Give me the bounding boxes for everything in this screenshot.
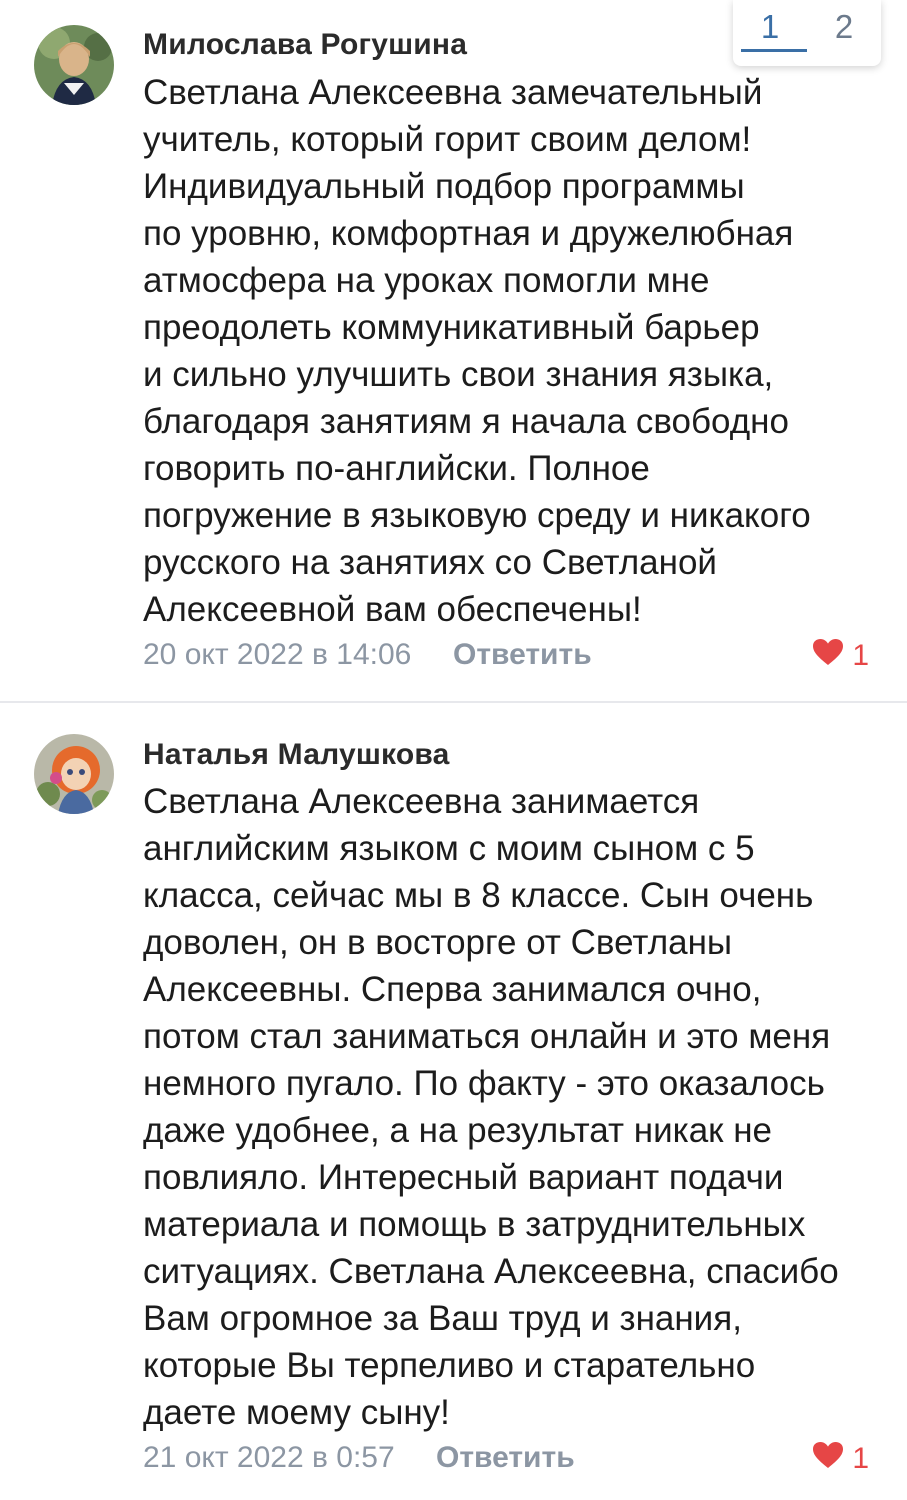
comment-text-line: Светлана Алексеевна замечательный bbox=[143, 73, 763, 112]
comment-date[interactable]: 21 окт 2022 в 0:57 bbox=[143, 1441, 395, 1475]
comment-text-line: английским языком с моим сыном с 5 bbox=[143, 829, 755, 868]
comment-text-line: по уровню, комфортная и дружелюбная bbox=[143, 214, 794, 253]
like-button[interactable]: 1 bbox=[812, 1441, 869, 1477]
pagination: 1 2 bbox=[733, 0, 881, 66]
comment-text-line: и сильно улучшить свои знания языка, bbox=[143, 355, 774, 394]
comment-text: Светлана Алексеевна занимается английски… bbox=[143, 778, 883, 1436]
comment-text-line: Алексеевны. Сперва занимался очно, bbox=[143, 970, 762, 1009]
comment-text-line: немного пугало. По факту - это оказалось bbox=[143, 1064, 825, 1103]
page-1-button[interactable]: 1 bbox=[733, 0, 807, 66]
heart-icon bbox=[812, 638, 844, 674]
comment-text-line: преодолеть коммуникативный барьер bbox=[143, 308, 760, 347]
comment-text-line: Алексеевной вам обеспечены! bbox=[143, 590, 642, 629]
comment-text-line: благодаря занятиям я начала свободно bbox=[143, 402, 789, 441]
heart-icon bbox=[812, 1441, 844, 1477]
comment-text-line: даете моему сыну! bbox=[143, 1393, 450, 1432]
comment-text-line: говорить по-английски. Полное bbox=[143, 449, 650, 488]
comment-text-line: учитель, который горит своим делом! bbox=[143, 120, 752, 159]
comment-divider bbox=[0, 701, 907, 703]
like-button[interactable]: 1 bbox=[812, 638, 869, 674]
comment-text: Светлана Алексеевна замечательный учител… bbox=[143, 69, 883, 633]
comment-text-line: доволен, он в восторге от Светланы bbox=[143, 923, 733, 962]
comment-text-line: класса, сейчас мы в 8 классе. Сын очень bbox=[143, 876, 814, 915]
avatar[interactable] bbox=[34, 734, 114, 814]
comment-date[interactable]: 20 окт 2022 в 14:06 bbox=[143, 638, 411, 672]
comment-text-line: атмосфера на уроках помогли мне bbox=[143, 261, 710, 300]
like-count: 1 bbox=[852, 639, 869, 672]
comment-text-line: Светлана Алексеевна занимается bbox=[143, 782, 700, 821]
comment-text-line: Вам огромное за Ваш труд и знания, bbox=[143, 1299, 742, 1338]
comment-text-line: даже удобнее, а на результат никак не bbox=[143, 1111, 772, 1150]
page-2-button[interactable]: 2 bbox=[807, 0, 881, 66]
like-count: 1 bbox=[852, 1442, 869, 1475]
reply-button[interactable]: Ответить bbox=[453, 638, 592, 672]
avatar[interactable] bbox=[34, 25, 114, 105]
comment-author[interactable]: Наталья Малушкова bbox=[143, 738, 450, 772]
reply-button[interactable]: Ответить bbox=[436, 1441, 575, 1475]
comment-text-line: потом стал заниматься онлайн и это меня bbox=[143, 1017, 831, 1056]
comment-text-line: погружение в языковую среду и никакого bbox=[143, 496, 811, 535]
comment-text-line: которые Вы терпеливо и старательно bbox=[143, 1346, 756, 1385]
comment-text-line: материала и помощь в затруднительных bbox=[143, 1205, 806, 1244]
comment-text-line: ситуациях. Светлана Алексеевна, спасибо bbox=[143, 1252, 839, 1291]
comment-author[interactable]: Милослава Рогушина bbox=[143, 28, 467, 62]
comment-text-line: русского на занятиях со Светланой bbox=[143, 543, 717, 582]
comment-text-line: повлияло. Интересный вариант подачи bbox=[143, 1158, 784, 1197]
comment-text-line: Индивидуальный подбор программы bbox=[143, 167, 745, 206]
